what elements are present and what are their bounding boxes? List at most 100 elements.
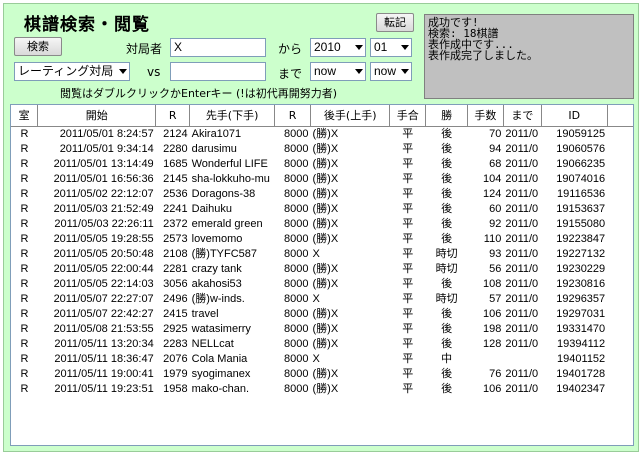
table-row[interactable]: R 2011/05/08 21:53:55 2925 watasimerry 8000(… [11, 322, 633, 337]
results-table[interactable]: 室 開始 R 先手(下手) R 後手(上手) 手合 勝 手数 まで ID R 20… [10, 104, 634, 446]
cell-start: 2011/05/05 22:14:03 [53, 277, 154, 290]
cell-room: R [20, 337, 29, 350]
table-row[interactable]: R 2011/05/11 13:20:34 2283 NELLcat 8000 (勝)X 平… [11, 337, 633, 352]
cell-filler [607, 247, 633, 262]
cell-room: R [20, 382, 29, 395]
cell-handicap: 平 [402, 127, 414, 140]
column-header-room[interactable]: 室 [11, 105, 39, 127]
cell-gote-rating: 8000 [284, 367, 309, 380]
opponent-input[interactable] [170, 62, 266, 81]
column-header-id[interactable]: ID [541, 105, 608, 127]
cell-room: R [20, 307, 29, 320]
table-row[interactable]: R 2011/05/11 19:00:41 1979 syogimanex 8000 (勝… [11, 367, 633, 382]
column-header-sente-rating[interactable]: R [155, 105, 191, 127]
column-header-sente[interactable]: 先手(下手) [189, 105, 276, 127]
cell-sente-rating: 2108 [163, 247, 188, 260]
column-header-start[interactable]: 開始 [37, 105, 157, 127]
table-row[interactable]: R 2011/05/05 20:50:48 2108 (勝)TYFC587 8000 X 平… [11, 247, 633, 262]
column-header-gote-rating[interactable]: R [274, 105, 311, 127]
table-row[interactable]: R 2011/05/07 22:42:27 2415 travel 8000 (勝)X 平 後… [11, 307, 633, 322]
transcribe-button[interactable]: 転記 [376, 13, 414, 32]
cell-gote: (勝)X [312, 337, 339, 350]
cell-until: 2011/0 [505, 322, 539, 335]
table-row[interactable]: R 2011/05/03 21:52:49 2241 Daihuku 8000 (勝)X 平… [11, 202, 633, 217]
cell-until: 2011/0 [505, 187, 539, 200]
cell-moves: 94 [489, 142, 502, 155]
column-header-gote[interactable]: 後手(上手) [310, 105, 391, 127]
cell-sente-rating: 2281 [163, 262, 188, 275]
cell-filler [607, 277, 633, 292]
table-row[interactable]: R 2011/05/02 22:12:07 2536 Doragons-38 8000(… [11, 187, 633, 202]
table-row[interactable]: R 2011/05/05 22:00:44 2281 crazy tank 8000 (勝… [11, 262, 633, 277]
cell-sente-rating: 2280 [163, 142, 188, 155]
table-row[interactable]: R 2011/05/01 13:14:49 1685 Wonderful LIFE 80… [11, 157, 633, 172]
cell-start: 2011/05/01 8:24:57 [59, 127, 154, 140]
table-row[interactable]: R 2011/05/01 16:56:36 2145 sha-lokkuho-mu 80… [11, 172, 633, 187]
cell-gote-rating: 8000 [284, 352, 309, 365]
cell-gote-rating: 8000 [284, 202, 309, 215]
to-month-select[interactable]: now [370, 62, 412, 81]
cell-id: 19297031 [556, 307, 606, 320]
cell-sente-rating: 2124 [163, 127, 188, 140]
cell-handicap: 平 [402, 202, 414, 215]
player-input[interactable]: X [170, 38, 266, 57]
from-month-select[interactable]: 01 [370, 38, 412, 57]
cell-id: 19060576 [556, 142, 606, 155]
cell-gote-rating: 8000 [284, 142, 309, 155]
cell-moves: 56 [489, 262, 502, 275]
cell-sente: syogimanex [191, 367, 251, 380]
vs-label: vs [147, 65, 161, 79]
cell-until: 2011/0 [505, 232, 539, 245]
cell-start: 2011/05/08 21:53:55 [53, 322, 154, 335]
cell-start: 2011/05/01 16:56:36 [53, 172, 154, 185]
cell-sente: emerald green [191, 217, 263, 230]
cell-moves: 92 [489, 217, 502, 230]
cell-handicap: 平 [402, 262, 414, 275]
cell-id: 19116536 [557, 187, 606, 200]
column-header-until[interactable]: まで [503, 105, 542, 127]
cell-filler [607, 367, 633, 382]
cell-sente: (勝)TYFC587 [191, 247, 258, 260]
cell-gote: X [312, 352, 320, 365]
column-header-filler [607, 105, 633, 127]
cell-winner: 後 [441, 307, 453, 320]
table-row[interactable]: R 2011/05/11 18:36:47 2076 Cola Mania 8000 X 平… [11, 352, 633, 367]
cell-winner: 後 [441, 187, 453, 200]
table-header-row: 室 開始 R 先手(下手) R 後手(上手) 手合 勝 手数 まで ID [11, 105, 633, 127]
table-row[interactable]: R 2011/05/01 8:24:57 2124 Akira1071 8000 (勝)X… [11, 126, 633, 142]
cell-gote: (勝)X [312, 367, 339, 380]
cell-room: R [20, 322, 29, 335]
cell-id: 19059125 [556, 127, 606, 140]
cell-gote: (勝)X [312, 277, 339, 290]
table-row[interactable]: R 2011/05/01 9:34:14 2280 darusimu 8000 (勝)X 平… [11, 142, 633, 157]
column-header-handicap[interactable]: 手合 [389, 105, 427, 127]
from-year-select[interactable]: 2010 [310, 38, 366, 57]
cell-gote: (勝)X [312, 322, 339, 335]
cell-sente-rating: 2573 [163, 232, 188, 245]
search-button[interactable]: 検索 [14, 37, 62, 56]
cell-until: 2011/0 [505, 262, 539, 275]
cell-gote: (勝)X [312, 187, 339, 200]
cell-gote-rating: 8000 [284, 127, 309, 140]
cell-moves: 68 [489, 157, 502, 170]
status-line: 表作成完了しました。 [428, 49, 538, 62]
table-row[interactable]: R 2011/05/07 22:27:07 2496 (勝)w-inds. 8000 X 平… [11, 292, 633, 307]
cell-until: 2011/0 [505, 142, 539, 155]
cell-handicap: 平 [402, 247, 414, 260]
column-header-winner[interactable]: 勝 [425, 105, 468, 127]
table-row[interactable]: R 2011/05/03 22:26:11 2372 emerald green 800… [11, 217, 633, 232]
to-year-select[interactable]: now [310, 62, 366, 81]
cell-sente-rating: 2925 [163, 322, 188, 335]
table-row[interactable]: R 2011/05/05 19:28:55 2573 lovemomo 8000 (勝)X… [11, 232, 633, 247]
cell-sente: (勝)w-inds. [191, 292, 245, 305]
cell-winner: 後 [441, 217, 453, 230]
cell-sente: darusimu [191, 142, 237, 155]
column-header-moves[interactable]: 手数 [467, 105, 504, 127]
table-row[interactable]: R 2011/05/05 22:14:03 3056 akahosi53 8000 (勝)… [11, 277, 633, 292]
cell-room: R [20, 292, 29, 305]
cell-winner: 時切 [435, 292, 458, 305]
cell-until: 2011/0 [505, 382, 539, 395]
cell-sente: akahosi53 [191, 277, 242, 290]
rating-select[interactable]: レーティング対局 [14, 62, 130, 81]
table-row[interactable]: R 2011/05/11 19:23:51 1958 mako-chan. 8000 (勝… [11, 382, 633, 397]
